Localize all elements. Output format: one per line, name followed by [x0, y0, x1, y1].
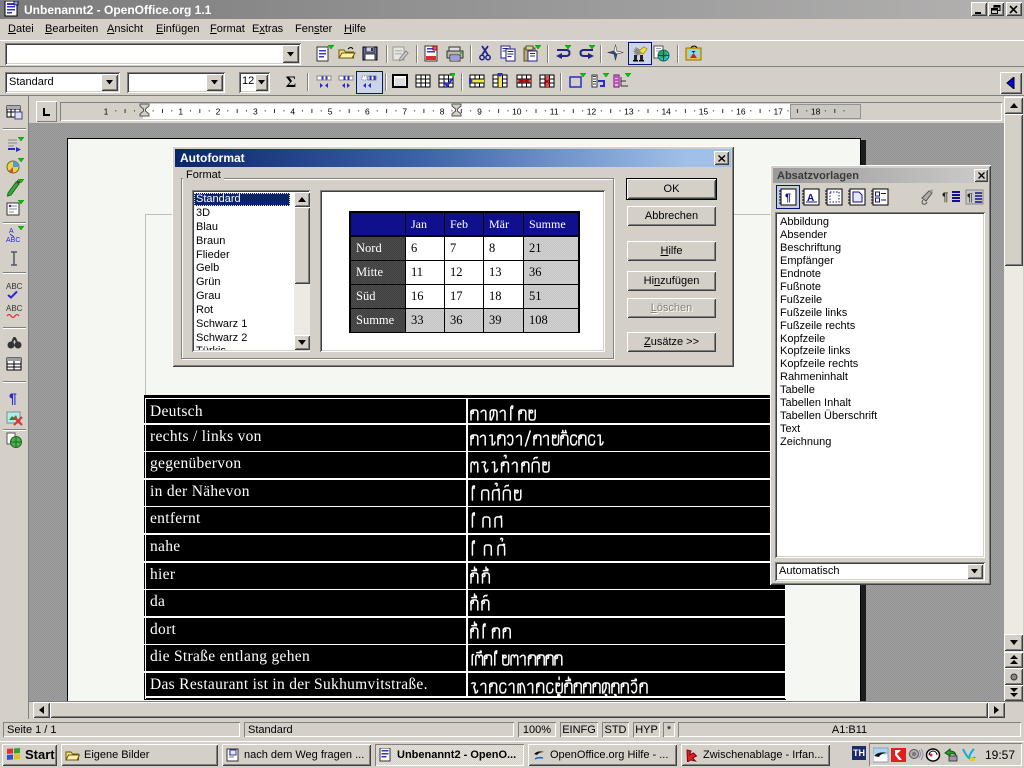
svg-text:16: 16 [736, 107, 746, 117]
svg-text:13: 13 [624, 107, 634, 117]
svg-text:9: 9 [477, 107, 482, 117]
svg-text:A: A [9, 228, 14, 235]
svg-text:4: 4 [290, 107, 295, 117]
svg-text:18: 18 [811, 107, 821, 117]
svg-text:17: 17 [773, 107, 783, 117]
svg-text:¶: ¶ [9, 390, 17, 406]
svg-text:10: 10 [512, 107, 522, 117]
svg-text:¶: ¶ [785, 192, 791, 204]
svg-text:6: 6 [365, 107, 370, 117]
svg-text:14: 14 [661, 107, 671, 117]
svg-text:8: 8 [440, 107, 445, 117]
svg-text:12: 12 [587, 107, 597, 117]
svg-text:ABC: ABC [6, 304, 23, 313]
svg-text:¶: ¶ [942, 190, 948, 204]
svg-text:ABC: ABC [6, 282, 23, 291]
svg-text:11: 11 [550, 107, 559, 117]
svg-text:¶: ¶ [967, 192, 973, 204]
svg-text:1: 1 [104, 107, 109, 117]
svg-text:2: 2 [216, 107, 221, 117]
svg-text:7: 7 [402, 107, 407, 117]
svg-text:ABC: ABC [6, 237, 20, 244]
svg-text:3: 3 [253, 107, 258, 117]
svg-text:5: 5 [328, 107, 333, 117]
svg-text:1: 1 [178, 107, 183, 117]
svg-text:15: 15 [699, 107, 709, 117]
